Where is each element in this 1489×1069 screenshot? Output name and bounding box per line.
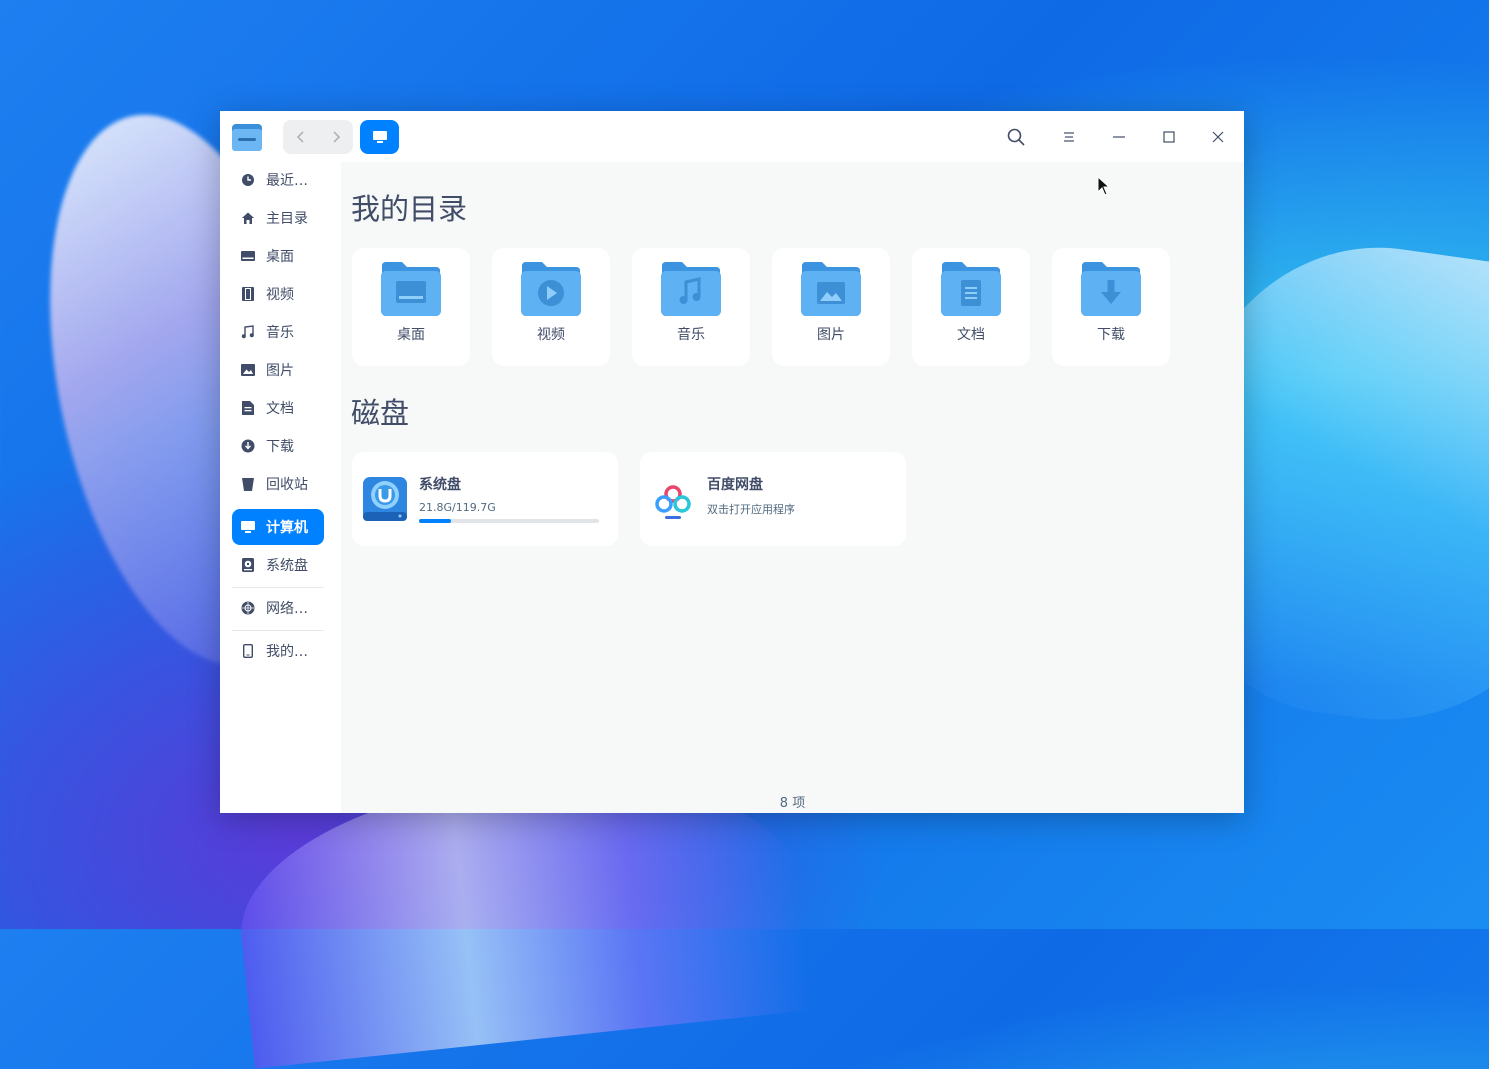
system-disk-icon (363, 477, 407, 521)
navigation-group (283, 120, 353, 154)
desktop-icon (240, 248, 256, 264)
computer-icon (240, 519, 256, 535)
sidebar-item-videos[interactable]: 视频 (232, 276, 324, 312)
folder-label: 图片 (817, 327, 845, 343)
maximize-icon (1163, 131, 1175, 143)
folder-card-videos[interactable]: 视频 (492, 248, 610, 366)
disk-icon (240, 557, 256, 573)
sidebar-item-music[interactable]: 音乐 (232, 314, 324, 350)
network-icon (240, 600, 256, 616)
home-icon (240, 210, 256, 226)
breadcrumb-computer-button[interactable] (360, 120, 399, 154)
picture-icon (240, 362, 256, 378)
main-content: 我的目录 桌面 视频 音乐 图片 文档 下载 磁盘 系统盘 21.8G/119.… (341, 162, 1244, 813)
sidebar-item-label: 文档 (266, 401, 294, 417)
folder-card-pictures[interactable]: 图片 (772, 248, 890, 366)
folder-card-music[interactable]: 音乐 (632, 248, 750, 366)
file-manager-app-icon[interactable] (231, 121, 263, 153)
computer-icon (372, 131, 387, 143)
search-button[interactable] (1003, 124, 1029, 150)
folder-card-downloads[interactable]: 下载 (1052, 248, 1170, 366)
maximize-button[interactable] (1156, 124, 1182, 150)
minimize-icon (1113, 136, 1125, 138)
video-folder-icon (521, 262, 581, 316)
trash-icon (240, 476, 256, 492)
sidebar-item-label: 网络… (266, 601, 308, 617)
folder-card-documents[interactable]: 文档 (912, 248, 1030, 366)
pictures-folder-icon (801, 262, 861, 316)
sidebar-item-label: 最近… (266, 173, 308, 189)
folder-label: 视频 (537, 327, 565, 343)
sidebar-divider (232, 630, 324, 631)
disk-usage-bar-fill (419, 519, 452, 523)
sidebar-item-label: 系统盘 (266, 558, 308, 574)
sidebar-item-label: 图片 (266, 363, 294, 379)
sidebar-item-documents[interactable]: 文档 (232, 390, 324, 426)
downloads-folder-icon (1081, 262, 1141, 316)
baidu-netdisk-icon (655, 485, 691, 519)
sidebar-item-downloads[interactable]: 下载 (232, 428, 324, 464)
sidebar-divider (232, 587, 324, 588)
disk-name: 百度网盘 (707, 477, 763, 493)
sidebar-item-computer[interactable]: 计算机 (232, 509, 324, 545)
documents-folder-icon (941, 262, 1001, 316)
sidebar-item-my-device[interactable]: 我的… (232, 633, 324, 669)
film-icon (240, 286, 256, 302)
sidebar-item-recent[interactable]: 最近… (232, 162, 324, 198)
sidebar-item-pictures[interactable]: 图片 (232, 352, 324, 388)
status-bar-item-count: 8 项 (779, 796, 806, 811)
sidebar-item-home[interactable]: 主目录 (232, 200, 324, 236)
sidebar-item-system-disk[interactable]: 系统盘 (232, 547, 324, 583)
disk-usage-text: 21.8G/119.7G (419, 501, 496, 514)
sidebar-item-label: 回收站 (266, 477, 308, 493)
sidebar-item-label: 主目录 (266, 211, 308, 227)
hamburger-menu-icon (1064, 132, 1074, 142)
forward-button[interactable] (318, 120, 353, 154)
file-manager-window: 最近… 主目录 桌面 视频 音乐 图片 文档 下载 回收站 计算机 系统盘 网络… (220, 111, 1244, 813)
sidebar-item-label: 视频 (266, 287, 294, 303)
search-icon (1007, 128, 1025, 146)
download-icon (240, 438, 256, 454)
sidebar-item-desktop[interactable]: 桌面 (232, 238, 324, 274)
chevron-left-icon (296, 131, 304, 143)
menu-button[interactable] (1056, 124, 1082, 150)
close-button[interactable] (1205, 124, 1231, 150)
disk-description: 双击打开应用程序 (707, 503, 795, 516)
titlebar (220, 111, 1244, 162)
sidebar-item-label: 桌面 (266, 249, 294, 265)
my-directories-title: 我的目录 (351, 192, 468, 226)
mouse-cursor-icon (1097, 176, 1111, 196)
folder-label: 文档 (957, 327, 985, 343)
folder-label: 音乐 (677, 327, 705, 343)
sidebar-item-label: 下载 (266, 439, 294, 455)
desktop-folder-icon (381, 262, 441, 316)
disks-title: 磁盘 (351, 396, 410, 430)
disk-card-system[interactable]: 系统盘 21.8G/119.7G (352, 452, 618, 546)
document-icon (240, 400, 256, 416)
disk-usage-bar (419, 519, 599, 523)
close-icon (1212, 131, 1224, 143)
folder-label: 下载 (1097, 327, 1125, 343)
back-button[interactable] (283, 120, 318, 154)
chevron-right-icon (332, 131, 340, 143)
sidebar-item-label: 计算机 (266, 520, 308, 536)
minimize-button[interactable] (1106, 124, 1132, 150)
sidebar-item-label: 音乐 (266, 325, 294, 341)
sidebar-item-trash[interactable]: 回收站 (232, 466, 324, 502)
sidebar-item-network[interactable]: 网络… (232, 590, 324, 626)
music-icon (240, 324, 256, 340)
disk-card-baidu-netdisk[interactable]: 百度网盘 双击打开应用程序 (640, 452, 906, 546)
disk-name: 系统盘 (419, 477, 461, 493)
clock-icon (240, 172, 256, 188)
sidebar: 最近… 主目录 桌面 视频 音乐 图片 文档 下载 回收站 计算机 系统盘 网络… (220, 162, 341, 813)
phone-icon (240, 643, 256, 659)
folder-card-desktop[interactable]: 桌面 (352, 248, 470, 366)
sidebar-item-label: 我的… (266, 644, 308, 660)
music-folder-icon (661, 262, 721, 316)
folder-label: 桌面 (397, 327, 425, 343)
